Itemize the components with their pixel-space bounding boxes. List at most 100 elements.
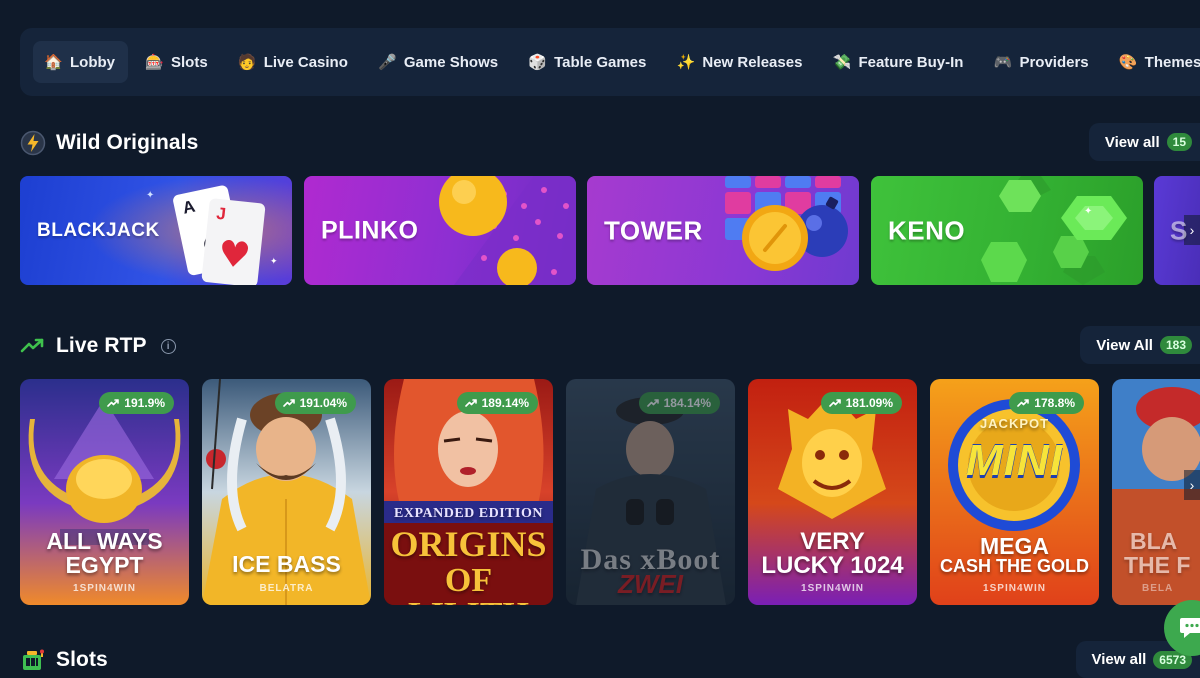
info-icon[interactable]: i: [160, 338, 176, 354]
nav-label: Providers: [1019, 53, 1089, 71]
nav-item-new-releases[interactable]: ✨ New Releases: [663, 41, 815, 83]
nav-item-slots[interactable]: 🎰 Slots: [132, 41, 221, 83]
money-icon: 💸: [832, 53, 852, 71]
svg-text:✦: ✦: [270, 257, 278, 267]
originals-carousel: A ♠ J ♥ ✦ ✦ BLACKJACK P: [20, 176, 1200, 285]
game-card[interactable]: 191.9% ALL WAYS EGYPT 1SPIN4WIN: [20, 379, 189, 605]
controller-icon: 🎮: [993, 53, 1013, 71]
game-provider: 1SPIN4WIN: [801, 583, 864, 594]
live-rtp-next-arrow[interactable]: ›: [1184, 470, 1200, 500]
nav-label: Feature Buy-In: [858, 53, 964, 71]
rtp-badge: 191.9%: [99, 392, 174, 414]
trend-up-icon: [282, 399, 295, 407]
palette-icon: 🎨: [1118, 53, 1138, 71]
section-title: Live RTP: [56, 334, 147, 357]
game-title-line2: CASH THE GOLD: [939, 556, 1089, 576]
dice-icon: 🎲: [528, 53, 547, 71]
trend-up-icon: [464, 399, 477, 407]
nav-label: Themes: [1144, 53, 1200, 71]
originals-card-label: KENO: [888, 215, 966, 245]
chevron-right-icon: ›: [1189, 222, 1195, 238]
game-card[interactable]: 191.04% ICE BASS BELATRA: [202, 379, 371, 605]
game-provider: BELA: [1142, 583, 1174, 594]
game-title-line1: VERY: [800, 528, 865, 555]
nav-item-live-casino[interactable]: 🧑 Live Casino: [225, 41, 361, 83]
trend-up-icon: [107, 399, 120, 407]
game-title-line2: ZWEI: [618, 569, 683, 599]
nav-item-game-shows[interactable]: 🎤 Game Shows: [365, 41, 511, 83]
originals-card-label: S: [1170, 215, 1188, 245]
live-rtp-view-all-button[interactable]: View All 183: [1080, 326, 1200, 364]
rtp-badge: 184.14%: [638, 392, 720, 414]
originals-card-plinko[interactable]: PLINKO: [304, 176, 576, 285]
trend-up-icon: [828, 399, 841, 407]
trend-up-icon: [1017, 399, 1030, 407]
svg-text:✦: ✦: [146, 190, 154, 201]
jackpot-ring-text: JACKPOT: [979, 416, 1050, 431]
nav-label: Live Casino: [263, 53, 348, 71]
nav-item-lobby[interactable]: 🏠 Lobby: [33, 41, 128, 83]
nav-item-themes[interactable]: 🎨 Themes: [1106, 41, 1200, 83]
game-provider: 1SPIN4WIN: [983, 583, 1046, 594]
jackpot-logo-text: MINI: [966, 436, 1063, 485]
game-title-line1: BLA: [1130, 528, 1178, 554]
live-rtp-header: Live RTP i: [20, 326, 1200, 366]
live-rtp-carousel: 191.9% ALL WAYS EGYPT 1SPIN4WIN 191.04% …: [20, 379, 1200, 605]
slot-machine-icon: 🎰: [145, 53, 164, 71]
game-title-line2: ORIGINS: [390, 524, 547, 564]
svg-text:✦: ✦: [1084, 206, 1092, 217]
originals-header: Wild Originals: [20, 123, 1200, 163]
nav-item-table-games[interactable]: 🎲 Table Games: [515, 41, 659, 83]
game-title-line1: EXPANDED EDITION: [394, 506, 543, 521]
rtp-value: 189.14%: [481, 396, 529, 410]
rtp-value: 191.9%: [124, 396, 165, 410]
section-title: Slots: [56, 648, 108, 671]
game-card[interactable]: 181.09% VERY LUCKY 1024 1SPIN4WIN: [748, 379, 917, 605]
nav-label: Table Games: [554, 53, 647, 71]
rtp-value: 181.09%: [845, 396, 893, 410]
game-title-line2: THE F: [1124, 552, 1191, 578]
game-title-line1: MEGA: [980, 533, 1049, 559]
dealer-icon: 🧑: [237, 53, 257, 71]
originals-card-label: PLINKO: [321, 216, 419, 244]
nav-item-providers[interactable]: 🎮 Providers: [980, 41, 1101, 83]
slots-header: Slots: [20, 640, 1200, 678]
chevron-right-icon: ›: [1189, 477, 1195, 493]
rtp-badge: 191.04%: [274, 392, 356, 414]
category-nav: 🏠 Lobby 🎰 Slots 🧑 Live Casino 🎤 Game Sho…: [20, 28, 1200, 96]
game-card[interactable]: JACKPOT MINI 178.8% MEGA CASH THE GOLD 1…: [930, 379, 1099, 605]
svg-text:♥: ♥: [216, 233, 252, 277]
game-title-line1: ALL WAYS: [46, 528, 163, 554]
originals-card-blackjack[interactable]: A ♠ J ♥ ✦ ✦ BLACKJACK: [20, 176, 292, 285]
nav-item-feature-buy-in[interactable]: 💸 Feature Buy-In: [819, 41, 976, 83]
game-title-line1: ICE BASS: [232, 551, 341, 577]
originals-card-label: BLACKJACK: [37, 219, 160, 241]
slot-machine-icon: [20, 647, 46, 673]
rtp-value: 178.8%: [1034, 396, 1075, 410]
view-all-label: View all: [1104, 133, 1160, 151]
nav-label: Game Shows: [403, 53, 499, 71]
chat-icon: [1180, 618, 1200, 638]
game-title-line3: OF LILITH: [408, 562, 529, 606]
game-provider: 1SPIN4WIN: [73, 583, 136, 594]
originals-view-all-button[interactable]: View all 15: [1088, 123, 1200, 161]
section-title: Wild Originals: [56, 131, 199, 154]
trend-up-icon: [646, 399, 659, 407]
rtp-badge: 178.8%: [1009, 392, 1084, 414]
game-card[interactable]: 189.14% EXPANDED EDITION ORIGINS OF LILI…: [384, 379, 553, 605]
house-icon: 🏠: [44, 53, 63, 71]
originals-card-keno[interactable]: ✦ KENO: [871, 176, 1143, 285]
game-provider: BELATRA: [259, 583, 314, 594]
originals-card-tower[interactable]: TOWER: [587, 176, 859, 285]
game-card[interactable]: 184.14% Das xBoot ZWEI: [566, 379, 735, 605]
lightning-icon: [20, 130, 46, 156]
count-badge: 183: [1159, 336, 1192, 354]
microphone-icon: 🎤: [378, 53, 397, 71]
originals-card-label: TOWER: [604, 215, 703, 245]
nav-label: Slots: [171, 53, 208, 71]
game-title-line2: EGYPT: [65, 552, 144, 578]
sparkles-icon: ✨: [676, 53, 696, 71]
view-all-label: View all: [1091, 651, 1147, 668]
view-all-label: View All: [1096, 336, 1153, 354]
game-title-line2: LUCKY 1024: [761, 552, 904, 579]
